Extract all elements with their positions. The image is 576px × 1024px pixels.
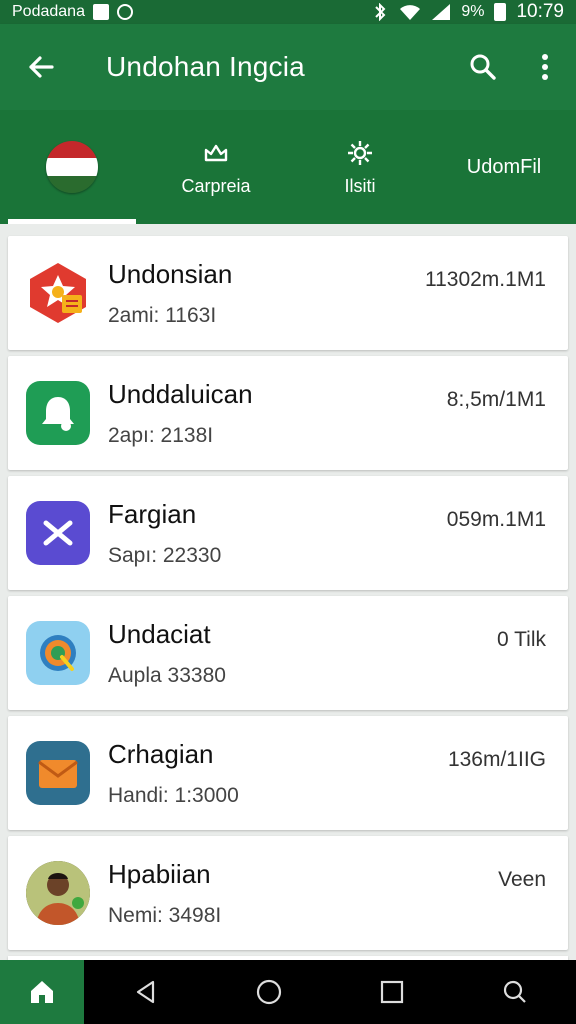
- item-subtitle: Nemi: 3498I: [108, 903, 222, 927]
- envelope-icon: [26, 741, 90, 805]
- tab-bar: Carpreia Ilsiti UdomFil: [0, 110, 576, 224]
- status-bar: Podadana 9% 10:79: [0, 0, 576, 24]
- target-icon: [26, 621, 90, 685]
- clock: 10:79: [516, 1, 564, 22]
- tab-carpreia[interactable]: Carpreia: [144, 110, 288, 224]
- app-bar: Undohan Ingcia: [0, 24, 576, 110]
- more-vert-icon: [542, 54, 548, 80]
- crown-icon: [204, 144, 228, 161]
- item-subtitle: 2apı: 2138I: [108, 423, 214, 447]
- nav-home-circle-icon: [256, 979, 281, 1005]
- signal-icon: [432, 4, 451, 20]
- item-subtitle: 2ami: 1163I: [108, 303, 217, 327]
- nav-home-button[interactable]: [207, 960, 330, 1024]
- nav-recents-icon: [380, 980, 403, 1004]
- home-icon: [31, 981, 53, 1003]
- item-value: 11302m.1M1: [424, 268, 546, 291]
- wifi-icon: [400, 5, 421, 20]
- arrow-left-icon: [29, 56, 54, 78]
- item-value: Veen: [498, 868, 546, 891]
- list-item[interactable]: Crhagian Handi: 1:3000 136m/1IIG: [8, 716, 568, 830]
- system-nav-bar: [0, 960, 576, 1024]
- page-title: Undohan Ingcia: [106, 51, 305, 82]
- list-item[interactable]: Undonsian 2ami: 1163I 11302m.1M1: [8, 236, 568, 350]
- bell-icon: [26, 381, 90, 445]
- back-button[interactable]: [0, 24, 82, 110]
- bluetooth-icon: [375, 3, 386, 21]
- home-tab-button[interactable]: [0, 960, 84, 1024]
- star-badge-icon: [26, 261, 90, 325]
- list-item[interactable]: Unddaluican 2apı: 2138I 8:,5m/1M1: [8, 356, 568, 470]
- cross-arrow-icon: [26, 501, 90, 565]
- tab-flag[interactable]: [0, 110, 144, 224]
- tab-udomfil[interactable]: UdomFil: [432, 110, 576, 224]
- nav-recents-button[interactable]: [330, 960, 453, 1024]
- item-list: Undonsian 2ami: 1163I 11302m.1M1 Unddalu…: [8, 236, 568, 976]
- battery-percent: 9%: [461, 3, 485, 20]
- nav-back-button[interactable]: [84, 960, 207, 1024]
- item-subtitle: Aupla 33380: [108, 663, 226, 687]
- tab-label: UdomFil: [466, 155, 542, 178]
- item-subtitle: Sapı: 22330: [108, 543, 222, 567]
- tab-label: Carpreia: [181, 175, 251, 196]
- avatar: [26, 861, 90, 925]
- flag-icon: [46, 141, 98, 193]
- carrier-label: Podadana: [12, 3, 85, 20]
- sync-icon: [116, 4, 133, 20]
- gear-icon: [348, 140, 372, 165]
- search-button[interactable]: [452, 24, 514, 110]
- item-value: 059m.1M1: [446, 508, 546, 531]
- search-icon: [470, 54, 496, 80]
- overflow-menu-button[interactable]: [514, 24, 576, 110]
- list-item[interactable]: Hpabiian Nemi: 3498I Veen: [8, 836, 568, 950]
- nav-assist-button[interactable]: [453, 960, 576, 1024]
- tab-label: Ilsiti: [344, 175, 376, 196]
- item-value: 0 Tilk: [496, 628, 546, 651]
- nav-assist-icon: [503, 980, 526, 1003]
- list-item[interactable]: Undaciat Aupla 33380 0 Tilk: [8, 596, 568, 710]
- item-value: 136m/1IIG: [447, 748, 546, 771]
- list-item[interactable]: Fargian Sapı: 22330 059m.1M1: [8, 476, 568, 590]
- item-value: 8:,5m/1M1: [446, 388, 546, 411]
- item-subtitle: Handi: 1:3000: [108, 783, 239, 807]
- battery-icon: [494, 3, 507, 21]
- notification-icon: [92, 4, 109, 20]
- tab-ilsiti[interactable]: Ilsiti: [288, 110, 432, 224]
- nav-back-icon: [136, 980, 154, 1004]
